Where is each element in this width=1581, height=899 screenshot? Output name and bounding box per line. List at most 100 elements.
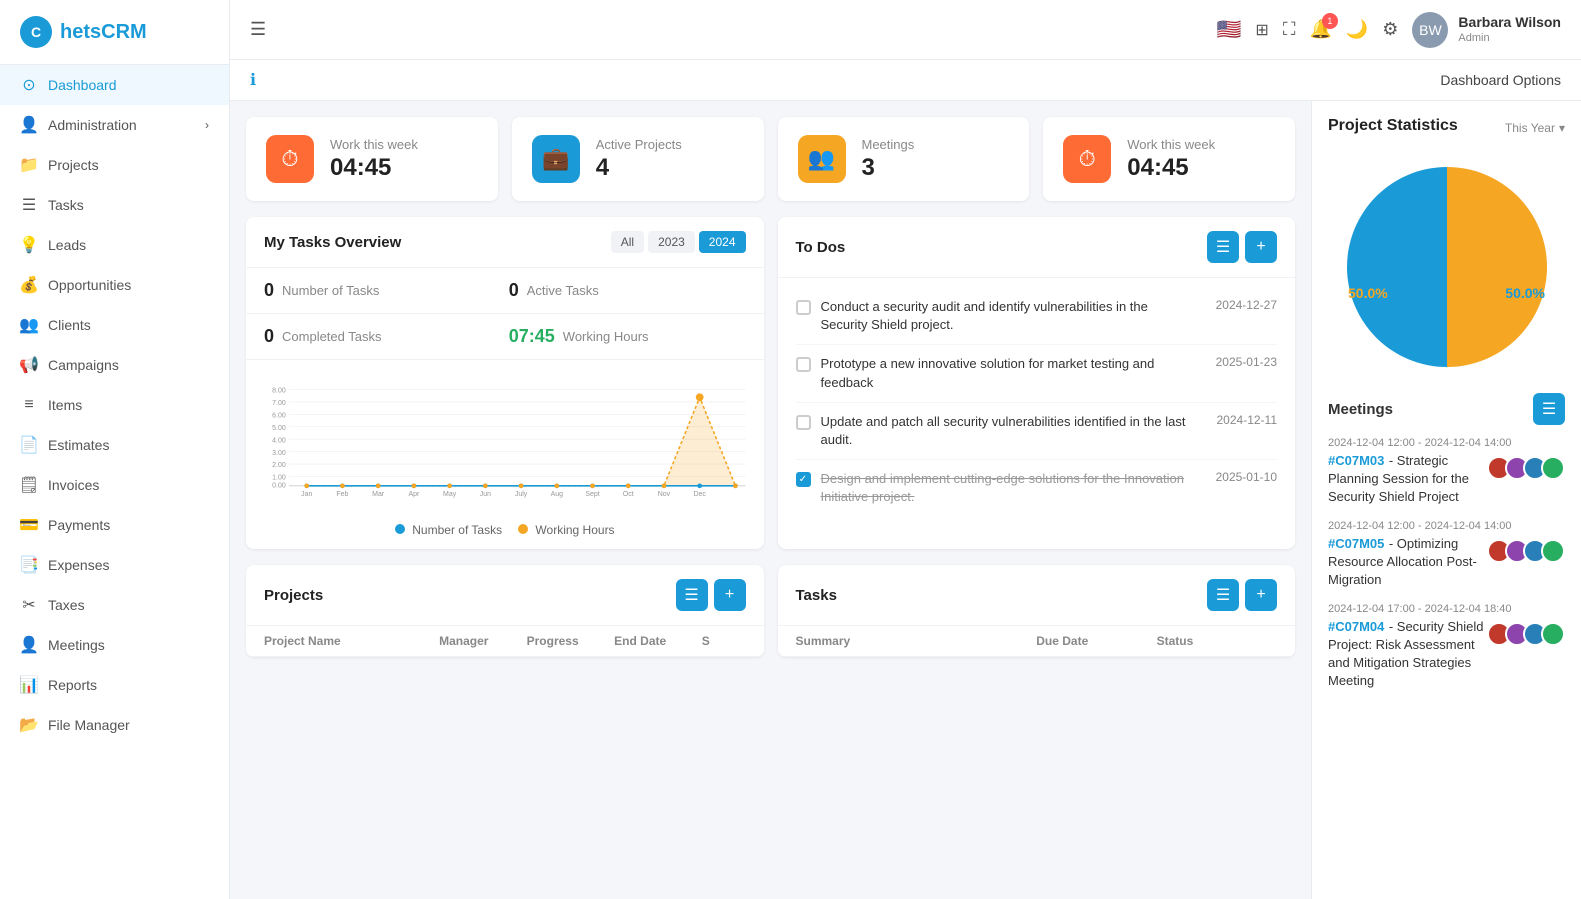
avatar: BW bbox=[1412, 12, 1448, 48]
hamburger-icon[interactable]: ☰ bbox=[250, 19, 266, 40]
fullscreen-icon[interactable]: ⛶ bbox=[1283, 19, 1296, 40]
sidebar-item-meetings[interactable]: 👤 Meetings bbox=[0, 625, 229, 665]
todo-checkbox-4[interactable]: ✓ bbox=[796, 472, 811, 487]
tasks-actions: ☰ + bbox=[1207, 579, 1277, 611]
todo-checkbox-1[interactable] bbox=[796, 300, 811, 315]
meeting-code-1[interactable]: #C07M03 bbox=[1328, 453, 1384, 468]
sidebar-item-items[interactable]: ≡ Items bbox=[0, 385, 229, 425]
projects-icon: 📁 bbox=[20, 156, 38, 174]
sidebar-item-administration[interactable]: 👤 Administration › bbox=[0, 105, 229, 145]
theme-icon[interactable]: 🌙 bbox=[1346, 19, 1368, 40]
sidebar-item-label: Estimates bbox=[48, 437, 109, 453]
active-tasks-label: Active Tasks bbox=[527, 283, 599, 298]
todo-date-2: 2025-01-23 bbox=[1216, 355, 1277, 369]
meetings-list-btn[interactable]: ☰ bbox=[1533, 393, 1565, 425]
sidebar-item-leads[interactable]: 💡 Leads bbox=[0, 225, 229, 265]
todo-date-3: 2024-12-11 bbox=[1217, 413, 1278, 427]
svg-text:Dec: Dec bbox=[693, 491, 706, 498]
sidebar-item-dashboard[interactable]: ⊙ Dashboard bbox=[0, 65, 229, 105]
meeting-code-2[interactable]: #C07M05 bbox=[1328, 536, 1384, 551]
tab-2023[interactable]: 2023 bbox=[648, 231, 695, 253]
legend-hours-label: Working Hours bbox=[535, 523, 614, 537]
svg-text:Nov: Nov bbox=[658, 491, 671, 498]
sidebar-item-invoices[interactable]: 🗒 Invoices bbox=[0, 465, 229, 505]
meeting-code-3[interactable]: #C07M04 bbox=[1328, 619, 1384, 634]
sidebar-item-file-manager[interactable]: 📂 File Manager bbox=[0, 705, 229, 745]
info-icon[interactable]: ℹ bbox=[250, 70, 256, 90]
meeting-time-3: 2024-12-04 17:00 - 2024-12-04 18:40 bbox=[1328, 603, 1565, 615]
projects-list-btn[interactable]: ☰ bbox=[676, 579, 708, 611]
logo-text: hetsCRM bbox=[60, 21, 147, 44]
stat-card-meetings: 👥 Meetings 3 bbox=[778, 117, 1030, 201]
sidebar-item-taxes[interactable]: ✂ Taxes bbox=[0, 585, 229, 625]
logo[interactable]: C hetsCRM bbox=[0, 0, 229, 65]
sidebar-item-expenses[interactable]: 📑 Expenses bbox=[0, 545, 229, 585]
sidebar-item-reports[interactable]: 📊 Reports bbox=[0, 665, 229, 705]
payments-icon: 💳 bbox=[20, 516, 38, 534]
meetings-title: Meetings bbox=[1328, 401, 1393, 418]
meeting-item-2: 2024-12-04 12:00 - 2024-12-04 14:00 #C07… bbox=[1328, 520, 1565, 589]
grid-icon[interactable]: ⊞ bbox=[1255, 20, 1268, 40]
dashboard-options-label[interactable]: Dashboard Options bbox=[1440, 72, 1561, 88]
sidebar-item-opportunities[interactable]: 💰 Opportunities bbox=[0, 265, 229, 305]
pie-label-right: 50.0% bbox=[1505, 285, 1545, 301]
opportunities-icon: 💰 bbox=[20, 276, 38, 294]
year-selector[interactable]: This Year ▾ bbox=[1505, 121, 1565, 135]
col-status: S bbox=[702, 634, 746, 648]
stat-info: Work this week 04:45 bbox=[330, 137, 418, 182]
meeting-avatars-1 bbox=[1487, 456, 1565, 480]
meeting-text-3: #C07M04 - Security Shield Project: Risk … bbox=[1328, 618, 1487, 690]
two-col-top: My Tasks Overview All 2023 2024 0 Number… bbox=[246, 217, 1295, 549]
tasks-list-btn[interactable]: ☰ bbox=[1207, 579, 1239, 611]
user-role: Admin bbox=[1458, 31, 1561, 45]
svg-text:8.00: 8.00 bbox=[272, 388, 286, 395]
todos-list-btn[interactable]: ☰ bbox=[1207, 231, 1239, 263]
sidebar-item-label: Tasks bbox=[48, 197, 84, 213]
sidebar-item-label: Campaigns bbox=[48, 357, 119, 373]
todos-add-btn[interactable]: + bbox=[1245, 231, 1277, 263]
tasks-header: Tasks ☰ + bbox=[778, 565, 1296, 626]
todo-date-1: 2024-12-27 bbox=[1216, 298, 1277, 312]
sidebar: C hetsCRM ⊙ Dashboard 👤 Administration ›… bbox=[0, 0, 230, 899]
stat-value: 04:45 bbox=[1127, 154, 1215, 182]
invoices-icon: 🗒 bbox=[20, 476, 38, 494]
user-info[interactable]: BW Barbara Wilson Admin bbox=[1412, 12, 1561, 48]
sidebar-item-estimates[interactable]: 📄 Estimates bbox=[0, 425, 229, 465]
sidebar-item-tasks[interactable]: ☰ Tasks bbox=[0, 185, 229, 225]
todo-text-3: Update and patch all security vulnerabil… bbox=[821, 413, 1199, 449]
tasks-add-btn[interactable]: + bbox=[1245, 579, 1277, 611]
settings-icon[interactable]: ⚙ bbox=[1382, 19, 1398, 40]
expenses-icon: 📑 bbox=[20, 556, 38, 574]
col-summary: Summary bbox=[796, 634, 1037, 648]
legend-tasks-label: Number of Tasks bbox=[412, 523, 502, 537]
user-name: Barbara Wilson bbox=[1458, 13, 1561, 31]
taxes-icon: ✂ bbox=[20, 596, 38, 614]
completed-tasks-stat: 0 Completed Tasks bbox=[264, 326, 501, 347]
notification-icon[interactable]: 🔔 1 bbox=[1309, 19, 1331, 40]
todo-checkbox-3[interactable] bbox=[796, 415, 811, 430]
sidebar-item-payments[interactable]: 💳 Payments bbox=[0, 505, 229, 545]
projects-add-btn[interactable]: + bbox=[714, 579, 746, 611]
svg-text:Aug: Aug bbox=[551, 491, 564, 498]
todos-header: To Dos ☰ + bbox=[778, 217, 1296, 278]
meeting-text-1: #C07M03 - Strategic Planning Session for… bbox=[1328, 452, 1487, 506]
meeting-avatar bbox=[1541, 622, 1565, 646]
flag-icon[interactable]: 🇺🇸 bbox=[1217, 17, 1242, 42]
meetings-header: Meetings ☰ bbox=[1328, 393, 1565, 425]
svg-text:3.00: 3.00 bbox=[272, 450, 286, 457]
tab-all[interactable]: All bbox=[611, 231, 644, 253]
col-manager: Manager bbox=[439, 634, 527, 648]
todo-text-2: Prototype a new innovative solution for … bbox=[821, 355, 1198, 391]
meeting-time-1: 2024-12-04 12:00 - 2024-12-04 14:00 bbox=[1328, 437, 1565, 449]
sidebar-item-projects[interactable]: 📁 Projects bbox=[0, 145, 229, 185]
sidebar-item-campaigns[interactable]: 📢 Campaigns bbox=[0, 345, 229, 385]
todo-item: ✓ Design and implement cutting-edge solu… bbox=[796, 460, 1278, 516]
tab-2024[interactable]: 2024 bbox=[699, 231, 746, 253]
work-week-icon-2: ⏱ bbox=[1063, 135, 1111, 183]
projects-table-header: Project Name Manager Progress End Date S bbox=[246, 626, 764, 657]
todo-text-1: Conduct a security audit and identify vu… bbox=[821, 298, 1198, 334]
todo-checkbox-2[interactable] bbox=[796, 357, 811, 372]
meeting-avatar bbox=[1541, 456, 1565, 480]
meeting-text-2: #C07M05 - Optimizing Resource Allocation… bbox=[1328, 535, 1487, 589]
sidebar-item-clients[interactable]: 👥 Clients bbox=[0, 305, 229, 345]
